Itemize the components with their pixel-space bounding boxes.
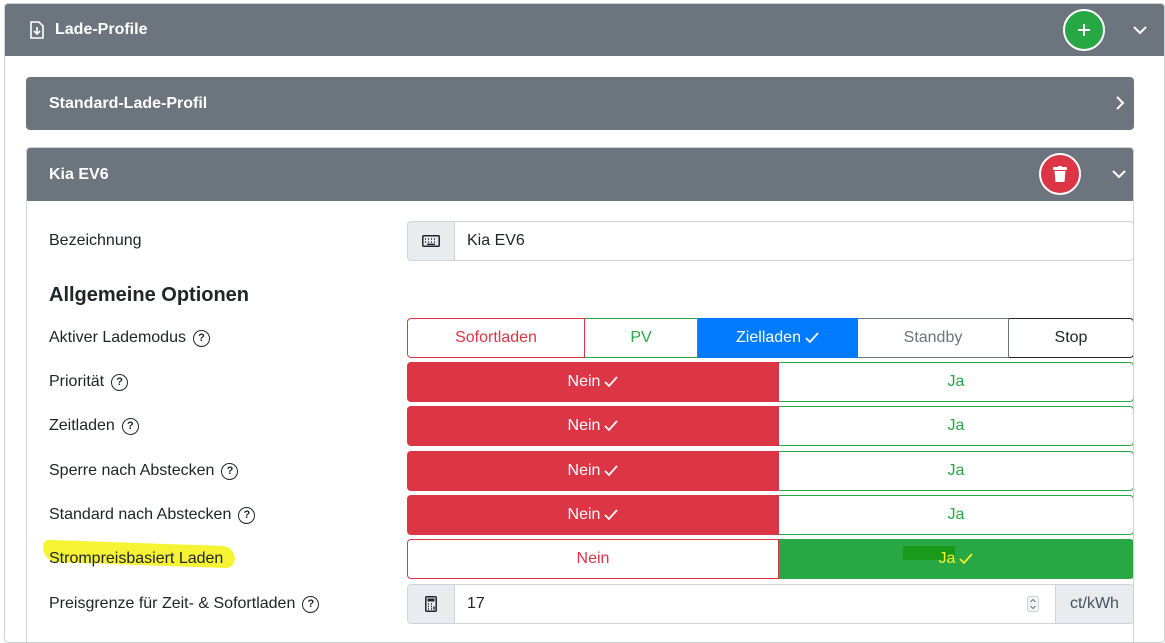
trash-icon [1053,166,1067,182]
delete-profile-button[interactable] [1039,153,1081,195]
chevron-down-icon [1133,26,1147,35]
ja-button[interactable]: Ja [779,495,1133,535]
bezeichnung-input[interactable]: Kia EV6 [455,221,1133,261]
preisgrenze-label: Preisgrenze für Zeit- & Sofortladen [49,595,296,612]
collapse-profile-chevron[interactable] [1107,162,1131,186]
ja-button[interactable]: Ja [779,406,1133,446]
bezeichnung-row: Bezeichnung Kia EV6 [27,221,1133,261]
check-icon [604,509,619,521]
check-icon [604,376,619,388]
bezeichnung-label: Bezeichnung [49,232,142,249]
unit-label: ct/kWh [1056,584,1133,624]
profile-card-header[interactable]: Kia EV6 [27,148,1133,201]
add-profile-button[interactable] [1063,9,1105,51]
nein-button[interactable]: Nein [407,362,779,402]
help-icon[interactable]: ? [111,373,129,391]
help-icon[interactable]: ? [221,462,239,480]
document-download-icon [30,21,44,39]
collapse-lade-profile-chevron[interactable] [1128,18,1152,42]
mode-sofortladen-button[interactable]: Sofortladen [407,318,585,358]
toggle-label: Sperre nach Abstecken [49,462,215,479]
toggle-row-standard: Standard nach Abstecken? Nein Ja [27,495,1133,535]
expand-profile-chevron[interactable] [1108,91,1132,115]
nein-button[interactable]: Nein [407,406,779,446]
toggle-row-zeitladen: Zeitladen? Nein Ja [27,406,1133,446]
profile-card-title: Standard-Lade-Profil [49,94,208,112]
toggle-row-prioritaet: Priorität? Nein Ja [27,362,1133,402]
profile-card-kia: Kia EV6 Bezeichnung Kia EV6 Allgemeine O… [26,147,1134,642]
mode-zielladen-button[interactable]: Zielladen [698,318,858,358]
toggle-row-strompreis: Strompreisbasiert Laden Nein Ja [27,539,1133,579]
ja-button[interactable]: Ja [779,539,1133,579]
help-icon[interactable]: ? [192,329,210,347]
lade-profile-title: Lade-Profile [55,21,148,38]
lade-profile-header[interactable]: Lade-Profile [5,4,1164,56]
help-icon[interactable]: ? [238,506,256,524]
keyboard-icon [422,235,440,247]
calculator-icon [425,596,437,612]
check-icon [604,420,619,432]
preisgrenze-row: Preisgrenze für Zeit- & Sofortladen? 17 … [27,584,1133,624]
help-icon[interactable]: ? [121,417,139,435]
check-icon [959,553,974,565]
toggle-row-sperre: Sperre nach Abstecken? Nein Ja [27,451,1133,491]
nein-button[interactable]: Nein [407,539,779,579]
toggle-label: Zeitladen [49,417,115,434]
plus-icon [1078,24,1090,36]
toggle-label: Priorität [49,373,105,390]
profile-card-title: Kia EV6 [49,165,109,183]
profile-card-standard[interactable]: Standard-Lade-Profil [26,77,1134,130]
lade-profile-panel: Lade-Profile Standard-Lade-Profil Kia EV… [4,3,1165,643]
mode-standby-button[interactable]: Standby [858,318,1009,358]
mode-pv-button[interactable]: PV [585,318,698,358]
help-icon[interactable]: ? [302,595,320,613]
toggle-label: Strompreisbasiert Laden [49,550,224,567]
mode-stop-button[interactable]: Stop [1009,318,1133,358]
check-icon [604,465,619,477]
lademodus-label: Aktiver Lademodus [49,329,186,346]
lademodus-row: Aktiver Lademodus? Sofortladen PV Ziella… [27,318,1133,358]
number-spinner[interactable] [1023,595,1043,613]
chevron-down-icon [1112,170,1126,179]
preisgrenze-input[interactable]: 17 [455,584,1056,624]
lademodus-button-group: Sofortladen PV Zielladen Standby Stop [407,318,1133,358]
toggle-label: Standard nach Abstecken [49,506,232,523]
chevron-right-icon [1116,96,1125,110]
spinner-arrows-icon [1027,596,1039,612]
section-title: Allgemeine Optionen [49,284,250,306]
ja-button[interactable]: Ja [779,451,1133,491]
nein-button[interactable]: Nein [407,451,779,491]
ja-button[interactable]: Ja [779,362,1133,402]
nein-button[interactable]: Nein [407,495,779,535]
check-icon [805,332,819,344]
